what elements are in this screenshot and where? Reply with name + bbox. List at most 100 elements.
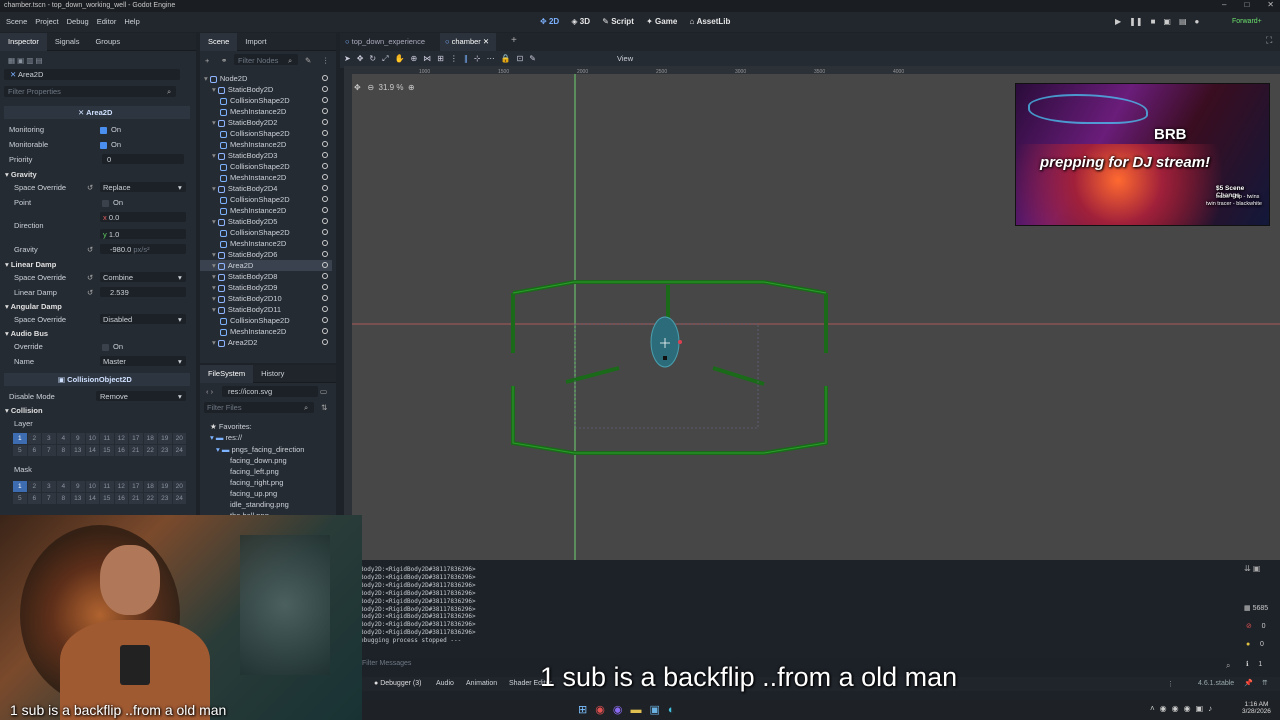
collision-bit[interactable]: 2	[27, 433, 41, 444]
tree-node[interactable]: CollisionShape2D	[220, 194, 290, 205]
file-item[interactable]: facing_down.png	[230, 455, 287, 466]
visibility-eye-icon[interactable]	[322, 185, 328, 191]
gravity-section[interactable]: ▾ Gravity	[5, 169, 37, 180]
file-item[interactable]: facing_left.png	[230, 466, 279, 477]
collision-bit[interactable]: 22	[143, 493, 157, 504]
collision-bit[interactable]: 17	[129, 433, 143, 444]
file-item[interactable]: idle_standing.png	[230, 499, 289, 510]
stop-icon[interactable]: ■	[1151, 17, 1156, 26]
visibility-eye-icon[interactable]	[322, 174, 328, 180]
collision-bit[interactable]: 14	[85, 493, 99, 504]
collision-bit[interactable]: 8	[56, 493, 70, 504]
tab-animation[interactable]: Animation	[466, 680, 497, 687]
play-scene-icon[interactable]: ▤	[1179, 17, 1187, 26]
collision-bit[interactable]: 21	[129, 445, 143, 456]
renderer-selector[interactable]: Forward+	[1232, 12, 1262, 32]
file-item[interactable]: facing_right.png	[230, 477, 283, 488]
scene-tab-top-down[interactable]: ○ top_down_experience	[345, 37, 425, 46]
linear-damp-section[interactable]: ▾ Linear Damp	[5, 259, 56, 270]
remote-debug-icon[interactable]: ▣	[1163, 17, 1171, 26]
output-tools-icons[interactable]: ⇊ ▣	[1244, 564, 1260, 573]
taskbar-app-icons[interactable]: ⊞◉◉▬▣◐	[578, 703, 683, 716]
tree-node[interactable]: ▾ StaticBody2D11	[212, 304, 281, 315]
zoom-controls[interactable]: ✥ ⊖ 31.9 % ⊕	[354, 83, 415, 92]
visibility-eye-icon[interactable]	[322, 119, 328, 125]
tree-node[interactable]: ▾ StaticBody2D4	[212, 183, 277, 194]
expand-arrow-icon[interactable]: ▾	[212, 151, 218, 160]
collision-bit[interactable]: 20	[172, 481, 186, 492]
collision-bit[interactable]: 8	[56, 445, 70, 456]
split-view-icon[interactable]: ▭	[320, 386, 327, 397]
visibility-eye-icon[interactable]	[322, 130, 328, 136]
visibility-eye-icon[interactable]	[322, 152, 328, 158]
tree-node[interactable]: MeshInstance2D	[220, 172, 286, 183]
collision-bit[interactable]: 10	[85, 481, 99, 492]
point-checkbox[interactable]: On	[102, 197, 123, 208]
file-item[interactable]: facing_up.png	[230, 488, 277, 499]
visibility-eye-icon[interactable]	[322, 295, 328, 301]
inspector-toolbar-icons[interactable]: ▦ ▣ ▥ ▤	[8, 55, 43, 66]
play-icon[interactable]: ▶	[1115, 17, 1121, 26]
tab-audio[interactable]: Audio	[436, 680, 454, 687]
angular-damp-section[interactable]: ▾ Angular Damp	[5, 301, 62, 312]
monitoring-checkbox[interactable]: On	[100, 124, 121, 135]
revert-icon[interactable]: ↺	[87, 272, 93, 283]
expand-arrow-icon[interactable]: ▾	[212, 184, 218, 193]
tree-node[interactable]: ▾ StaticBody2D2	[212, 117, 277, 128]
visibility-eye-icon[interactable]	[322, 163, 328, 169]
collision-bit[interactable]: 4	[56, 481, 70, 492]
tree-node[interactable]: MeshInstance2D	[220, 106, 286, 117]
tree-node[interactable]: ▾ Area2D	[212, 260, 253, 271]
error-count[interactable]: ⊘ 0	[1246, 622, 1266, 630]
movie-icon[interactable]: ●	[1195, 17, 1200, 26]
more-icon[interactable]: ⋮	[1167, 680, 1174, 688]
expand-arrow-icon[interactable]: ▾	[212, 217, 218, 226]
collision-bit[interactable]: 1	[13, 433, 27, 444]
collision-bit[interactable]: 18	[143, 481, 157, 492]
expand-arrow-icon[interactable]: ▾	[212, 283, 218, 292]
expand-arrow-icon[interactable]: ▾	[204, 74, 210, 83]
add-tab-icon[interactable]: +	[511, 35, 517, 46]
visibility-eye-icon[interactable]	[322, 251, 328, 257]
tree-node[interactable]: ▾ StaticBody2D9	[212, 282, 277, 293]
collision-section[interactable]: ▾ Collision	[5, 405, 43, 416]
visibility-eye-icon[interactable]	[322, 262, 328, 268]
visibility-eye-icon[interactable]	[322, 75, 328, 81]
tree-node[interactable]: MeshInstance2D	[220, 238, 286, 249]
tree-node[interactable]: ▾ StaticBody2D	[212, 84, 273, 95]
collision-bit[interactable]: 6	[27, 493, 41, 504]
view-menu[interactable]: View	[617, 54, 633, 63]
tab-history[interactable]: History	[253, 365, 292, 383]
folder-pngs[interactable]: ▾ ▬ pngs_facing_direction	[216, 444, 304, 455]
priority-field[interactable]	[102, 154, 184, 164]
collision-bit[interactable]: 7	[42, 493, 56, 504]
collision-bit[interactable]: 24	[172, 493, 186, 504]
tree-node[interactable]: CollisionShape2D	[220, 128, 290, 139]
visibility-eye-icon[interactable]	[322, 141, 328, 147]
tab-groups[interactable]: Groups	[87, 33, 128, 51]
tree-node[interactable]: CollisionShape2D	[220, 227, 290, 238]
visibility-eye-icon[interactable]	[322, 207, 328, 213]
collision-bit[interactable]: 19	[158, 481, 172, 492]
collision-bit[interactable]: 24	[172, 445, 186, 456]
menu-scene[interactable]: Scene	[6, 17, 27, 26]
expand-arrow-icon[interactable]: ▾	[212, 261, 218, 270]
maximize-button[interactable]: □	[1244, 0, 1249, 9]
collision-bit[interactable]: 17	[129, 481, 143, 492]
revert-icon[interactable]: ↺	[87, 244, 93, 255]
expand-arrow-icon[interactable]: ▾	[212, 85, 218, 94]
clock[interactable]: 1:16 AM 3/28/2026	[1242, 701, 1271, 715]
collision-bit[interactable]: 9	[71, 433, 85, 444]
link-icon[interactable]: ⚭	[221, 55, 227, 66]
collision-bit[interactable]: 20	[172, 433, 186, 444]
collision-bit[interactable]: 5	[13, 445, 27, 456]
collision-bit[interactable]: 11	[100, 433, 114, 444]
collision-bit[interactable]: 16	[114, 493, 128, 504]
collision-bit[interactable]: 22	[143, 445, 157, 456]
expand-arrow-icon[interactable]: ▾	[212, 272, 218, 281]
visibility-eye-icon[interactable]	[322, 108, 328, 114]
expand-arrow-icon[interactable]: ▾	[212, 250, 218, 259]
menu-editor[interactable]: Editor	[97, 17, 117, 26]
visibility-eye-icon[interactable]	[322, 317, 328, 323]
collision-bit[interactable]: 23	[158, 493, 172, 504]
